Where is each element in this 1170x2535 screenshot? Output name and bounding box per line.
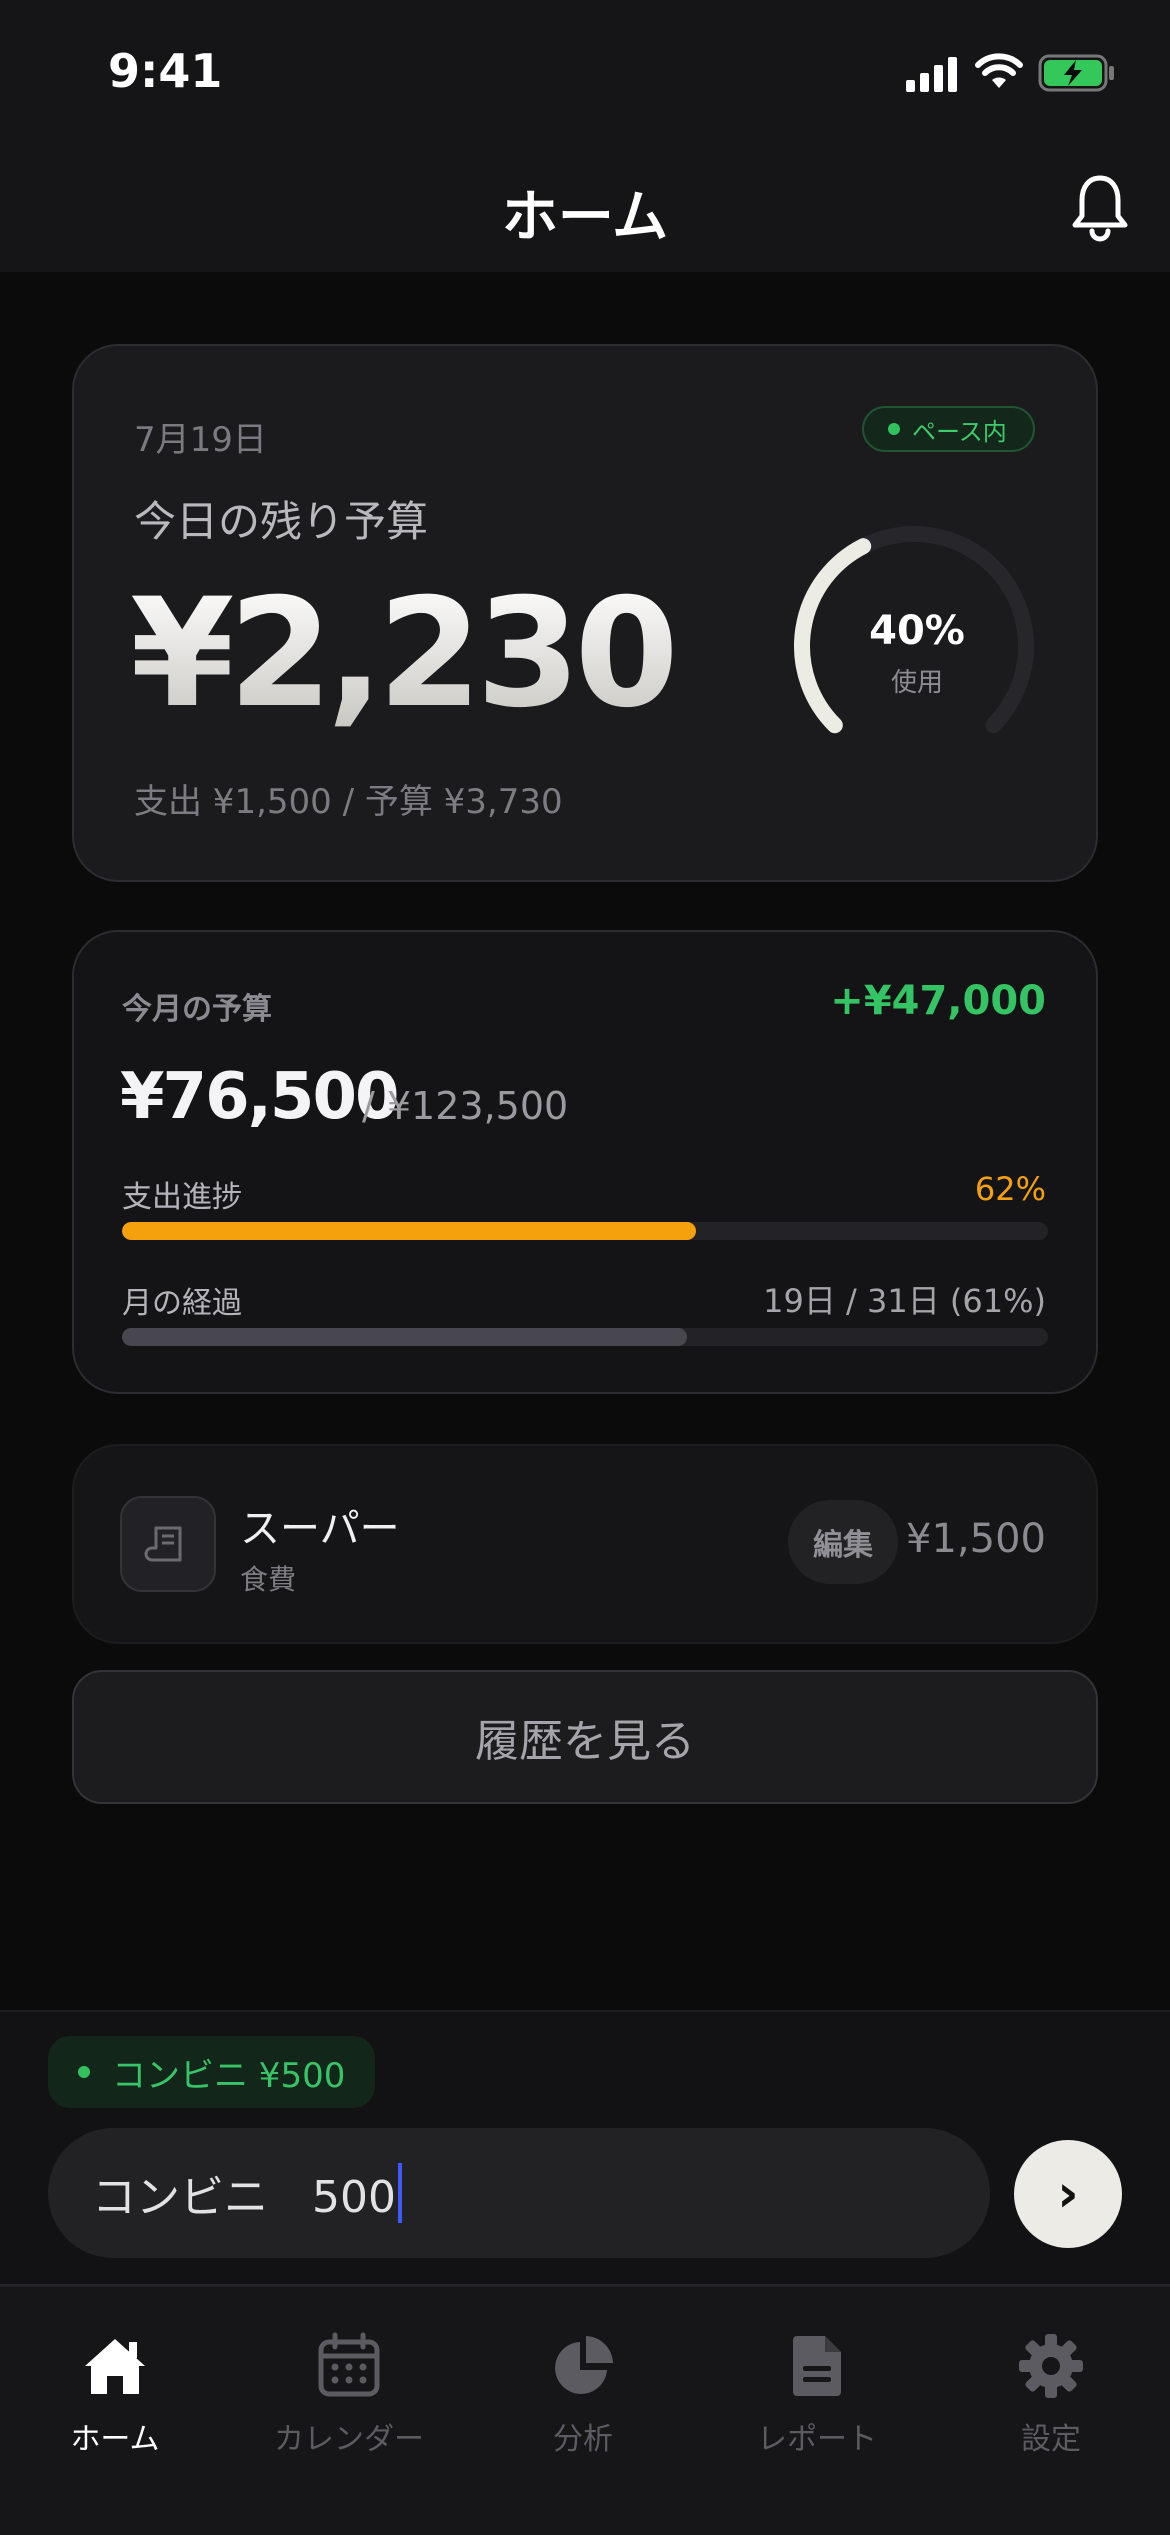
tab-home[interactable]: ホーム xyxy=(0,2330,230,2458)
send-button[interactable]: › xyxy=(1014,2140,1122,2248)
view-history-button[interactable]: 履歴を見る xyxy=(72,1670,1098,1804)
tab-report[interactable]: レポート xyxy=(702,2330,932,2458)
tab-label: レポート xyxy=(757,2422,877,2457)
progress-fill xyxy=(122,1222,697,1240)
elapsed-track xyxy=(122,1328,1048,1346)
today-date: 7月19日 xyxy=(134,420,267,460)
page-title: ホーム xyxy=(501,185,669,250)
month-budget-label: 今月の予算 xyxy=(122,992,272,1027)
remaining-amount: ¥2,230 xyxy=(130,567,679,741)
bell-icon[interactable] xyxy=(1070,172,1130,242)
status-dot xyxy=(78,2066,90,2078)
gauge-label: 使用 xyxy=(890,668,943,698)
month-total: / ¥123,500 xyxy=(362,1084,569,1128)
receipt-icon xyxy=(120,1496,216,1592)
tab-label: ホーム xyxy=(70,2422,160,2457)
progress-track xyxy=(122,1222,1048,1240)
gear-icon xyxy=(1019,2334,1083,2398)
elapsed-value: 19日 / 31日 (61%) xyxy=(763,1282,1046,1320)
signal-icon xyxy=(906,57,957,92)
tab-calendar[interactable]: カレンダー xyxy=(234,2330,464,2458)
transaction-amount: ¥1,500 xyxy=(906,1516,1046,1562)
tab-settings[interactable]: 設定 xyxy=(936,2330,1166,2458)
pie-chart-icon xyxy=(555,2336,613,2394)
month-difference: +¥47,000 xyxy=(830,978,1046,1024)
expense-input[interactable]: コンビニ 500 xyxy=(48,2128,990,2258)
tab-label: 分析 xyxy=(553,2422,613,2457)
suggestion-chip[interactable]: コンビニ ¥500 xyxy=(48,2036,376,2108)
suggestion-chip-label: コンビニ ¥500 xyxy=(112,2055,346,2096)
status-time: 9:41 xyxy=(108,44,223,98)
transaction-name: スーパー xyxy=(240,1506,400,1552)
tab-label: 設定 xyxy=(1021,2422,1081,2457)
wifi-icon xyxy=(975,53,1023,88)
expense-input-value: コンビニ 500 xyxy=(92,2172,396,2223)
status-dot xyxy=(888,423,900,435)
spending-summary: 支出 ¥1,500 / 予算 ¥3,730 xyxy=(134,782,563,822)
pace-badge: ペース内 xyxy=(862,406,1035,452)
edit-button[interactable]: 編集 xyxy=(788,1500,898,1584)
document-icon xyxy=(793,2336,841,2396)
home-icon xyxy=(85,2339,145,2394)
battery-icon xyxy=(1038,54,1114,92)
month-spent: ¥76,500 xyxy=(120,1060,399,1134)
calendar-icon xyxy=(318,2332,380,2397)
receipt-icon-svg xyxy=(144,1526,182,1562)
elapsed-label: 月の経過 xyxy=(122,1286,242,1321)
tab-label: カレンダー xyxy=(274,2422,424,2457)
tab-analysis[interactable]: 分析 xyxy=(468,2330,698,2458)
pace-badge-label: ペース内 xyxy=(912,417,1007,446)
progress-value: 62% xyxy=(974,1170,1046,1208)
elapsed-fill xyxy=(122,1328,687,1346)
gauge-percent: 40% xyxy=(869,608,965,654)
text-caret xyxy=(397,2163,402,2223)
remaining-label: 今日の残り予算 xyxy=(134,497,429,546)
transaction-category: 食費 xyxy=(240,1563,297,1596)
progress-label: 支出進捗 xyxy=(122,1180,242,1215)
